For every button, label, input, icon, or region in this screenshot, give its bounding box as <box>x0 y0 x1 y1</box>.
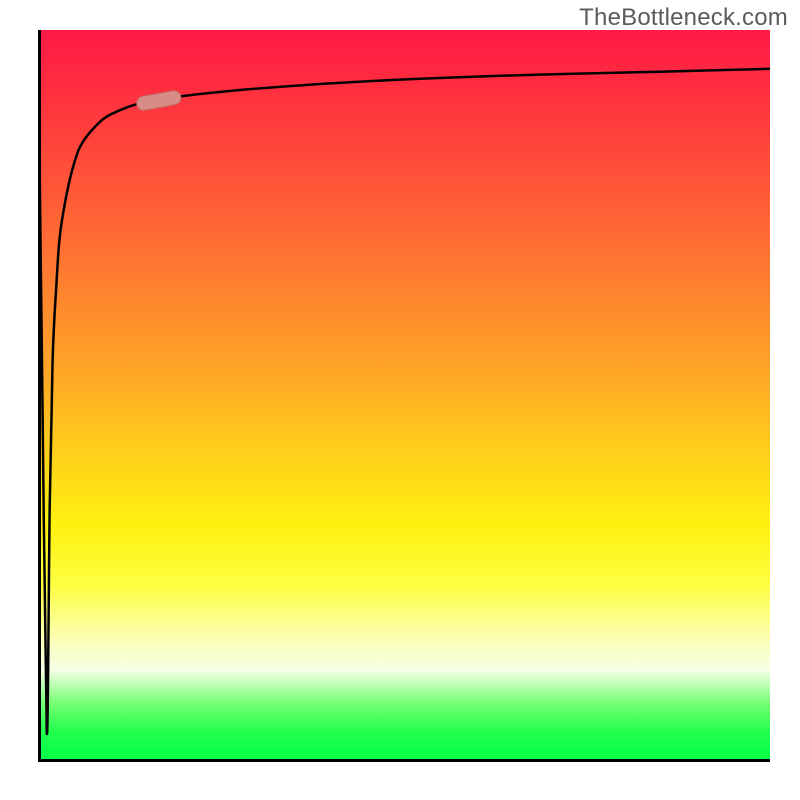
curve-layer <box>38 30 770 762</box>
bottleneck-curve-path <box>38 30 770 734</box>
plot-area <box>38 30 770 762</box>
bottleneck-chart-figure: TheBottleneck.com <box>0 0 800 800</box>
highlight-pill <box>136 90 182 112</box>
watermark-text: TheBottleneck.com <box>579 4 788 32</box>
